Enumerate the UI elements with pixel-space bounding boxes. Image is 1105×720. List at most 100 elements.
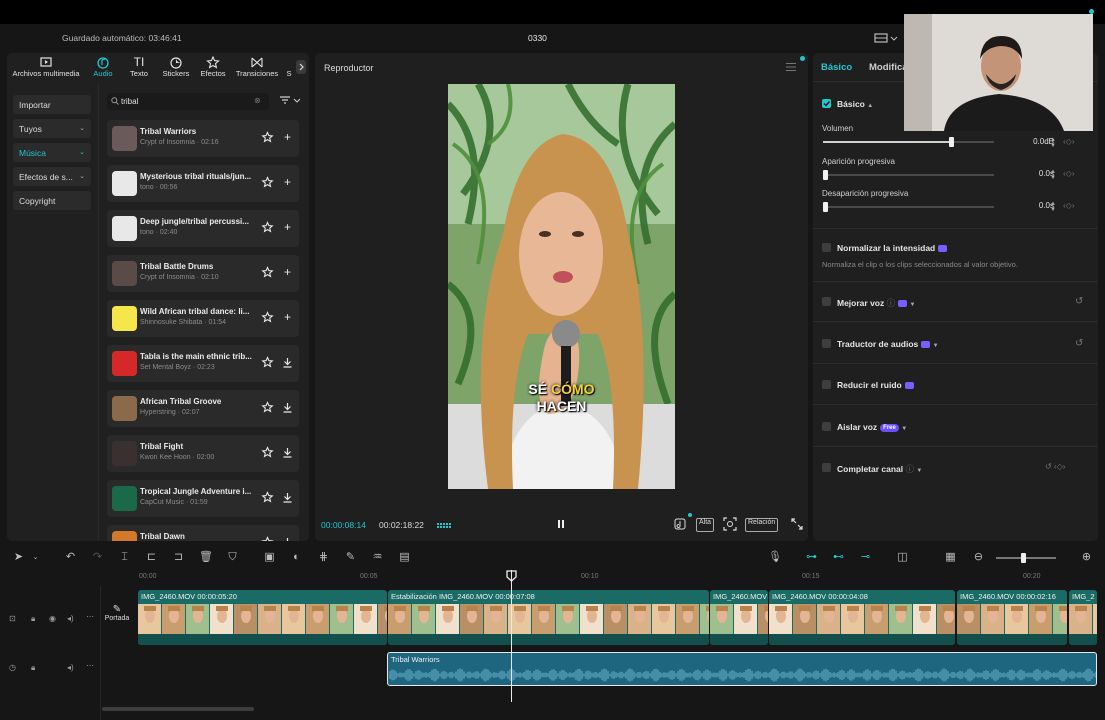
slider-handle[interactable]: [1021, 553, 1026, 563]
undo-icon[interactable]: ↶: [64, 551, 77, 564]
volume-stepper[interactable]: ▲ ▼: [1050, 137, 1058, 150]
download-icon[interactable]: [281, 446, 294, 459]
complete-channel-checkbox[interactable]: [822, 463, 831, 472]
delete-icon[interactable]: 🗑: [199, 551, 213, 564]
tab-basic[interactable]: Básico: [821, 62, 852, 73]
category-copyright[interactable]: Copyright: [13, 191, 91, 210]
zoom-in-icon[interactable]: ⊕: [1080, 551, 1093, 564]
favorite-star-icon[interactable]: [261, 176, 274, 189]
video-clip[interactable]: IMG_2460.MOV 00:00:02:16: [957, 590, 1067, 645]
category-sound-effects[interactable]: Efectos de s... ⌄: [13, 167, 91, 186]
reset-icon[interactable]: ↺: [1075, 296, 1085, 307]
select-tool-icon[interactable]: ➤: [12, 551, 25, 564]
favorite-star-icon[interactable]: [261, 131, 274, 144]
magnet-icon[interactable]: ⊷: [832, 551, 845, 564]
audio-track-item[interactable]: Tribal Fight Kwon Kee Hoon · 02:00: [107, 435, 299, 472]
volume-value[interactable]: 0.0dB: [1016, 137, 1054, 150]
add-to-timeline-icon[interactable]: +: [281, 266, 294, 279]
tab-audio[interactable]: Audio: [89, 56, 117, 78]
download-icon[interactable]: [281, 401, 294, 414]
isolate-voice-checkbox[interactable]: [822, 422, 831, 431]
aspect-ratio-button[interactable]: Relación: [745, 518, 779, 532]
audio-clip[interactable]: Tribal Warriors: [387, 652, 1097, 686]
channel-reset-keyframe[interactable]: ↺ ‹◇›: [1045, 462, 1095, 472]
timeline-ruler[interactable]: 00:00 00:05 00:10 00:15 00:20: [0, 571, 1105, 586]
layout-icon[interactable]: [874, 32, 898, 44]
split-right-icon[interactable]: ⊐: [172, 551, 185, 564]
video-clip[interactable]: Estabilización IMG_2460.MOV 00:00:07:08: [388, 590, 709, 645]
adjust-icon[interactable]: ⋕: [317, 551, 330, 564]
split-left-icon[interactable]: ⊏: [145, 551, 158, 564]
audio-track-item[interactable]: Wild African tribal dance: li... Shinnosu…: [107, 300, 299, 337]
video-clip[interactable]: IMG_2460.MOV 00:00:05:20: [138, 590, 387, 645]
speaker-icon[interactable]: ◂): [67, 614, 74, 623]
download-icon[interactable]: [281, 491, 294, 504]
tab-transitions[interactable]: Transiciones: [234, 56, 280, 78]
redo-icon[interactable]: ↷: [91, 551, 104, 564]
enhance-voice-checkbox[interactable]: [822, 297, 831, 306]
expand-icon[interactable]: [791, 517, 803, 531]
more-options-icon[interactable]: ⋯: [86, 612, 94, 621]
tabs-scroll-right-button[interactable]: [296, 60, 306, 74]
add-to-timeline-icon[interactable]: +: [281, 311, 294, 324]
slider-handle[interactable]: [823, 170, 828, 180]
normalize-checkbox[interactable]: [822, 243, 831, 252]
chevron-down-icon[interactable]: ▼: [916, 468, 922, 474]
mask-icon[interactable]: ◐: [290, 551, 303, 564]
basic-section-title[interactable]: Básico ▲: [837, 99, 873, 109]
favorite-star-icon[interactable]: [261, 266, 274, 279]
favorite-star-icon[interactable]: [261, 221, 274, 234]
audio-track-item[interactable]: Tribal Battle Drums Crypt of Insomnia · 0…: [107, 255, 299, 292]
tiktok-icon[interactable]: [674, 517, 686, 531]
zoom-slider[interactable]: [996, 553, 1056, 563]
fade-in-stepper[interactable]: ▲ ▼: [1050, 169, 1058, 182]
add-to-timeline-icon[interactable]: +: [281, 221, 294, 234]
category-import[interactable]: Importar: [13, 95, 91, 114]
caption-icon[interactable]: ▤: [398, 551, 411, 564]
video-preview[interactable]: SÉ CÓMO HACEN: [448, 84, 675, 489]
magic-icon[interactable]: ✎: [344, 551, 357, 564]
fade-in-value[interactable]: 0.0s: [1016, 169, 1054, 182]
crop-icon[interactable]: ▣: [263, 551, 276, 564]
cover-button[interactable]: ✎ Portada: [102, 604, 132, 634]
keyframe-icon[interactable]: ‹◇›: [1063, 169, 1093, 179]
microphone-icon[interactable]: 🎙: [768, 551, 782, 564]
volume-slider[interactable]: [823, 137, 994, 147]
category-yours[interactable]: Tuyos ⌄: [13, 119, 91, 138]
download-icon[interactable]: [281, 536, 294, 541]
playhead-handle-icon[interactable]: [506, 570, 517, 582]
favorite-star-icon[interactable]: [261, 401, 274, 414]
favorite-star-icon[interactable]: [261, 536, 274, 541]
menu-icon[interactable]: [785, 62, 797, 72]
fade-in-slider[interactable]: [823, 170, 994, 180]
favorite-star-icon[interactable]: [261, 491, 274, 504]
audio-track-item[interactable]: Deep jungle/tribal percussi... tono · 02:…: [107, 210, 299, 247]
thumbnail-icon[interactable]: ▦: [944, 551, 957, 564]
video-clip[interactable]: IMG_2460.MOV 00:00:04:08: [769, 590, 955, 645]
keyframe-icon[interactable]: ‹◇›: [1063, 137, 1093, 147]
keyframe-icon[interactable]: ‹◇›: [1063, 201, 1093, 211]
search-input[interactable]: [121, 95, 251, 108]
audio-track-item[interactable]: African Tribal Groove Hyperstring · 02:07: [107, 390, 299, 427]
fade-out-slider[interactable]: [823, 202, 994, 212]
split-icon[interactable]: ⌶: [118, 551, 131, 564]
fullscreen-frame-icon[interactable]: [723, 517, 737, 531]
fade-out-value[interactable]: 0.0s: [1016, 201, 1054, 214]
basic-checkbox[interactable]: [822, 99, 831, 108]
audio-track-item[interactable]: Tabla is the main ethnic trib... Set Ment…: [107, 345, 299, 382]
chevron-down-icon[interactable]: ▼: [910, 302, 916, 308]
lock-icon[interactable]: 🔒︎: [31, 663, 35, 673]
timeline-scrollbar[interactable]: [102, 707, 254, 711]
tab-text[interactable]: TI Texto: [125, 56, 153, 79]
tab-media[interactable]: Archivos multimedia: [9, 56, 83, 78]
playhead[interactable]: [506, 570, 517, 702]
favorite-star-icon[interactable]: [261, 311, 274, 324]
shield-icon[interactable]: ⛉: [226, 551, 239, 564]
speaker-icon[interactable]: ◂): [67, 663, 74, 672]
split-view-icon[interactable]: ◫: [896, 551, 909, 564]
slider-handle[interactable]: [949, 137, 955, 147]
add-to-timeline-icon[interactable]: +: [281, 131, 294, 144]
zoom-out-icon[interactable]: ⊖: [972, 551, 985, 564]
favorite-star-icon[interactable]: [261, 356, 274, 369]
audio-track-item[interactable]: Mysterious tribal rituals/jun... tono · 0…: [107, 165, 299, 202]
